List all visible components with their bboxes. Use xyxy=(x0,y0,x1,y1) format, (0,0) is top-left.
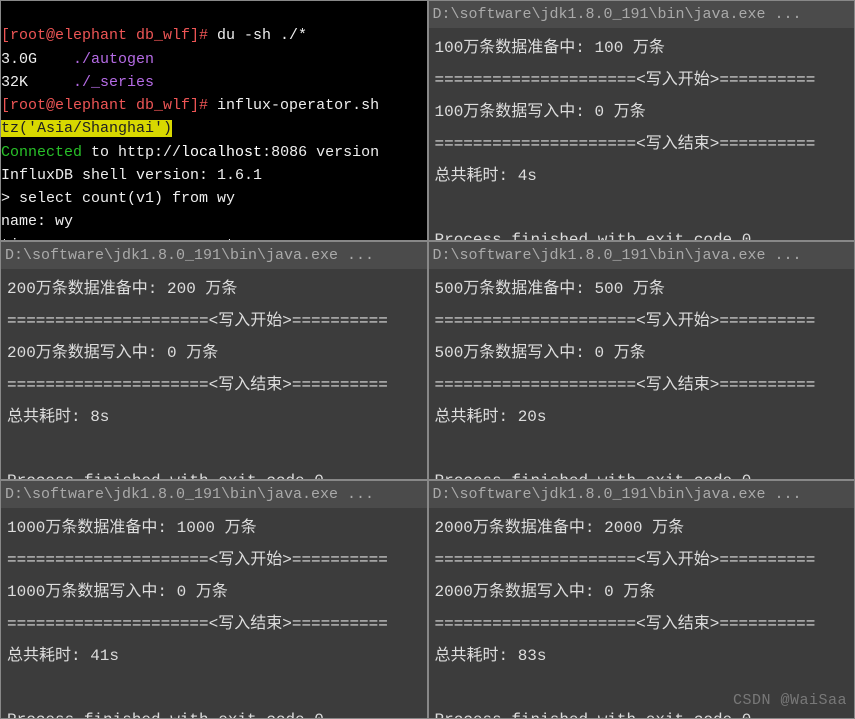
du-size-1: 3.0G xyxy=(1,51,37,68)
java-exe-path: D:\software\jdk1.8.0_191\bin\java.exe ..… xyxy=(1,242,427,269)
du-size-2: 32K xyxy=(1,74,28,91)
java-exe-path: D:\software\jdk1.8.0_191\bin\java.exe ..… xyxy=(429,481,855,508)
command-influx: influx-operator.sh xyxy=(217,97,379,114)
console-output: 100万条数据准备中: 100 万条 =====================… xyxy=(429,28,855,241)
linux-terminal[interactable]: [root@elephant db_wlf]# du -sh ./* 3.0G … xyxy=(0,0,428,241)
console-output: 200万条数据准备中: 200 万条 =====================… xyxy=(1,269,427,480)
connected-text: Connected xyxy=(1,144,82,161)
console-output: 500万条数据准备中: 500 万条 =====================… xyxy=(429,269,855,480)
console-output: 1000万条数据准备中: 1000 万条 ===================… xyxy=(1,508,427,719)
java-exe-path: D:\software\jdk1.8.0_191\bin\java.exe ..… xyxy=(1,481,427,508)
java-exe-path: D:\software\jdk1.8.0_191\bin\java.exe ..… xyxy=(429,1,855,28)
console-output: 2000万条数据准备中: 2000 万条 ===================… xyxy=(429,508,855,719)
java-console-100w[interactable]: D:\software\jdk1.8.0_191\bin\java.exe ..… xyxy=(428,0,855,241)
tz-highlight: tz('Asia/Shanghai') xyxy=(1,120,172,137)
java-exe-path: D:\software\jdk1.8.0_191\bin\java.exe ..… xyxy=(429,242,855,269)
java-console-1000w[interactable]: D:\software\jdk1.8.0_191\bin\java.exe ..… xyxy=(0,480,428,719)
java-console-2000w[interactable]: D:\software\jdk1.8.0_191\bin\java.exe ..… xyxy=(428,480,855,719)
du-path-1: ./autogen xyxy=(73,51,154,68)
shell-prompt: [root@elephant db_wlf]# xyxy=(1,27,217,44)
du-path-2: ./_series xyxy=(73,74,154,91)
watermark: CSDN @WaiSaa xyxy=(733,689,847,712)
java-console-500w[interactable]: D:\software\jdk1.8.0_191\bin\java.exe ..… xyxy=(428,241,855,480)
measurement-name: name: wy xyxy=(1,213,73,230)
shell-version: InfluxDB shell version: 1.6.1 xyxy=(1,167,262,184)
shell-prompt: [root@elephant db_wlf]# xyxy=(1,97,217,114)
command-du: du -sh ./* xyxy=(217,27,307,44)
select-query: > select count(v1) from wy xyxy=(1,190,235,207)
java-console-200w[interactable]: D:\software\jdk1.8.0_191\bin\java.exe ..… xyxy=(0,241,428,480)
